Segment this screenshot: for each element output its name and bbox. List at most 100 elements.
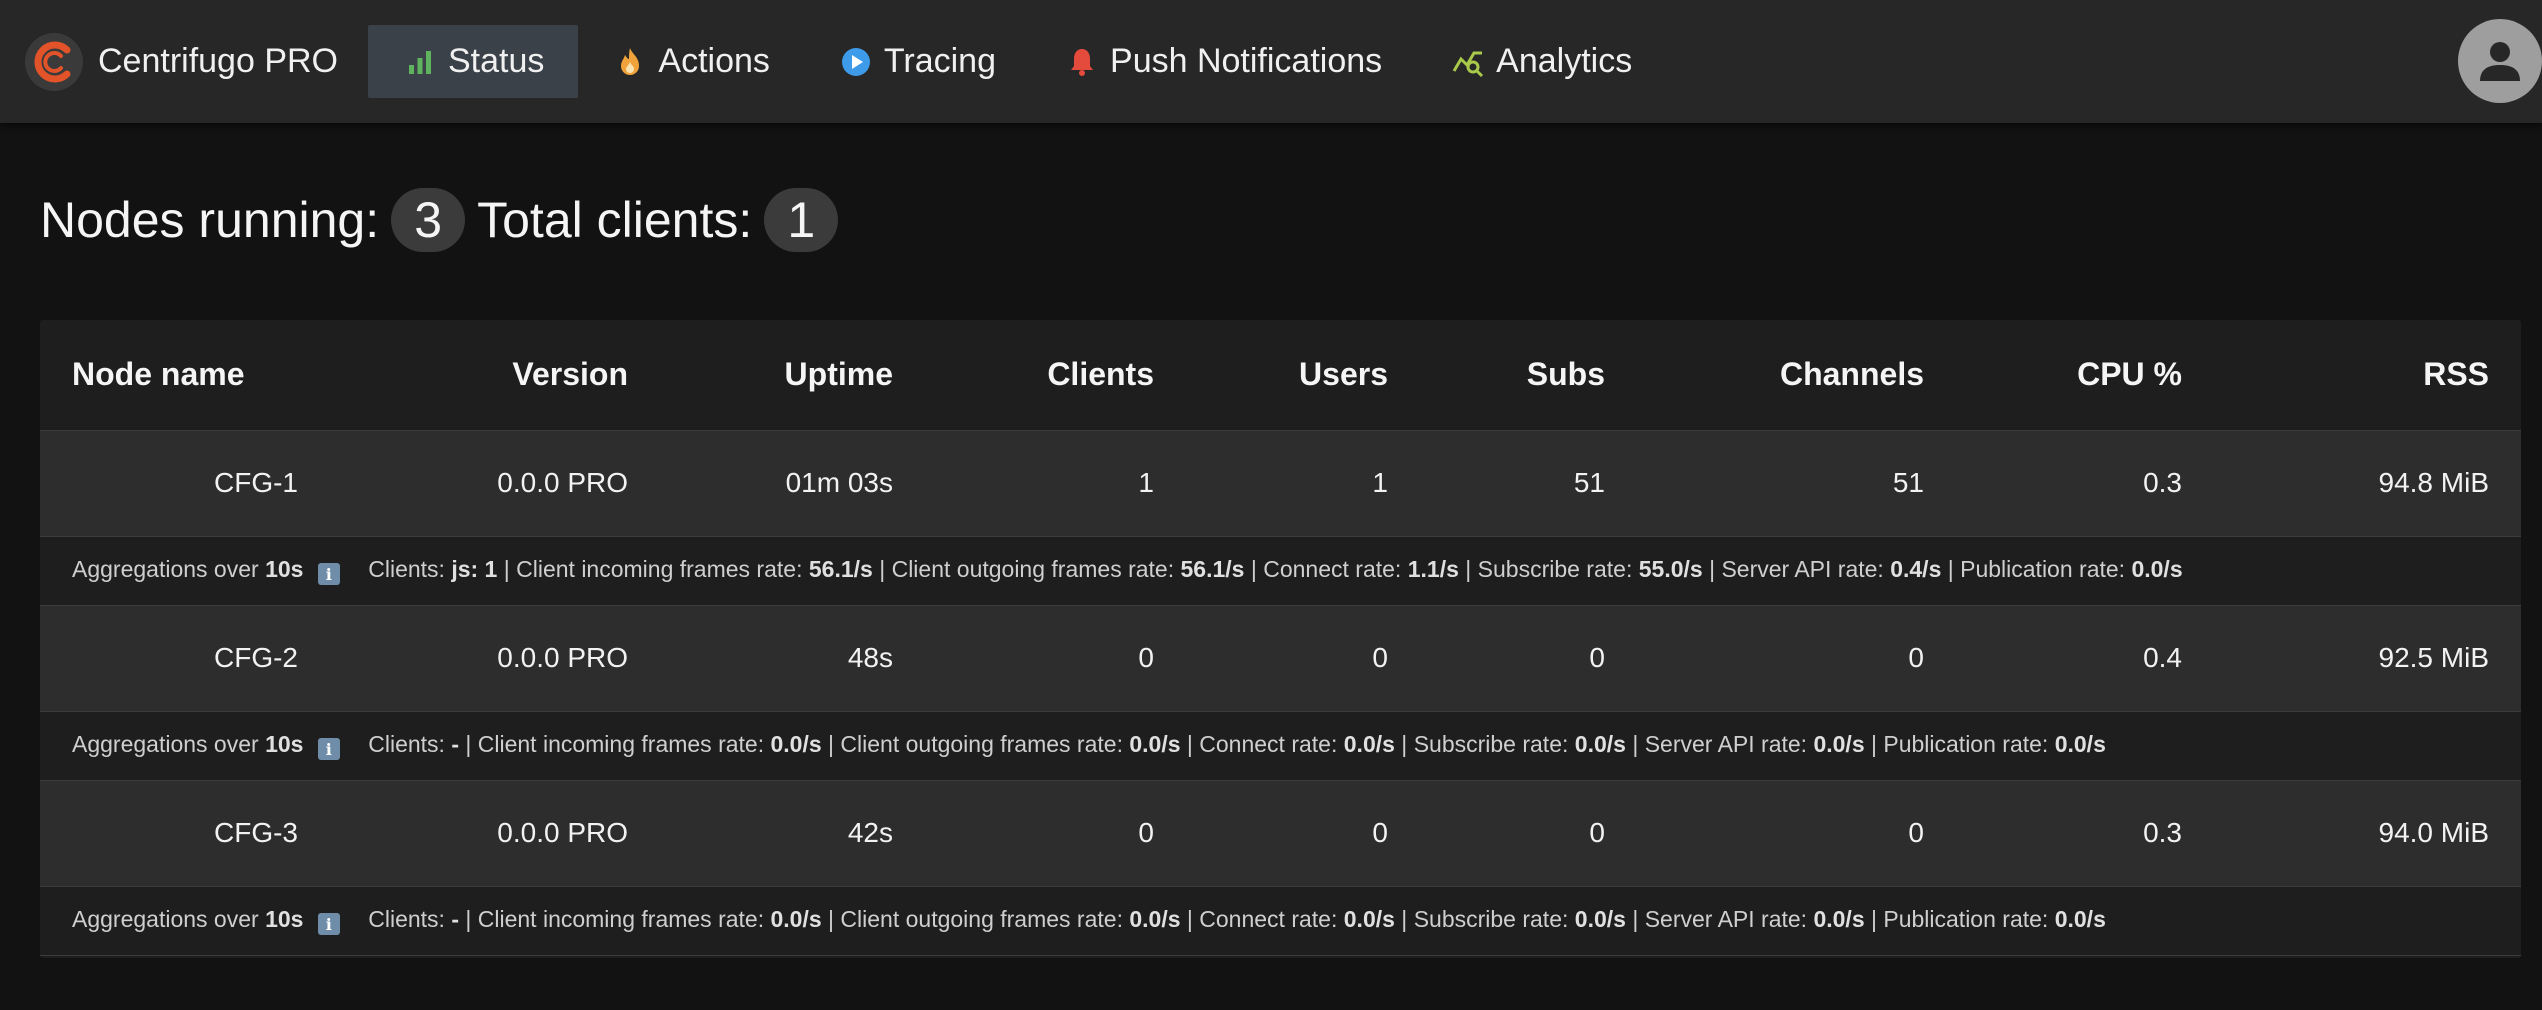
- nav-status[interactable]: Status: [368, 25, 579, 98]
- agg-connect-label: Connect rate:: [1199, 905, 1338, 932]
- col-subs[interactable]: Subs: [1420, 320, 1637, 431]
- clients-cell: 1: [925, 430, 1186, 537]
- users-cell: 0: [1186, 605, 1420, 712]
- agg-connect-value: 1.1/s: [1407, 555, 1459, 582]
- uptime-cell: 42s: [660, 780, 925, 887]
- cpu-cell: 0.3: [1956, 430, 2214, 537]
- col-users[interactable]: Users: [1186, 320, 1420, 431]
- agg-outgoing-value: 0.0/s: [1129, 730, 1181, 757]
- users-cell: 0: [1186, 780, 1420, 887]
- app-title: Centrifugo PRO: [98, 42, 338, 80]
- agg-api-label: Server API rate:: [1721, 555, 1884, 582]
- main-nav: Status Actions Tracing Push Notification…: [368, 0, 1666, 123]
- nav-analytics[interactable]: Analytics: [1416, 25, 1666, 98]
- agg-subscribe-label: Subscribe rate:: [1477, 555, 1633, 582]
- total-clients-label: Total clients:: [477, 192, 753, 248]
- agg-incoming-value: 0.0/s: [770, 905, 822, 932]
- agg-publication-label: Publication rate:: [1960, 555, 2126, 582]
- info-icon[interactable]: i: [317, 563, 340, 586]
- subs-cell: 0: [1420, 780, 1637, 887]
- subs-cell: 51: [1420, 430, 1637, 537]
- nav-push-label: Push Notifications: [1110, 42, 1383, 80]
- nav-status-label: Status: [448, 42, 545, 80]
- agg-connect-label: Connect rate:: [1199, 730, 1338, 757]
- agg-subscribe-label: Subscribe rate:: [1413, 730, 1569, 757]
- analytics-trend-icon: [1452, 46, 1484, 78]
- bell-icon: [1066, 46, 1098, 78]
- agg-incoming-label: Client incoming frames rate:: [477, 730, 765, 757]
- agg-api-label: Server API rate:: [1644, 730, 1808, 757]
- aggregations-row: Aggregations over 10s i Clients: - | Cli…: [40, 886, 2521, 956]
- uptime-cell: 01m 03s: [660, 430, 925, 537]
- uptime-cell: 48s: [660, 605, 925, 712]
- col-version[interactable]: Version: [330, 320, 660, 431]
- channels-cell: 51: [1637, 430, 1956, 537]
- brand[interactable]: Centrifugo PRO: [0, 0, 368, 123]
- nodes-running-label: Nodes running:: [40, 192, 380, 248]
- node-name-cell: CFG-2: [40, 605, 330, 712]
- agg-incoming-value: 56.1/s: [808, 555, 873, 582]
- rss-cell: 92.5 MiB: [2214, 605, 2521, 712]
- agg-subscribe-value: 0.0/s: [1574, 905, 1626, 932]
- rss-cell: 94.0 MiB: [2214, 780, 2521, 887]
- nodes-table-card: Node name Version Uptime Clients Users S…: [40, 320, 2521, 958]
- agg-incoming-label: Client incoming frames rate:: [516, 555, 803, 582]
- aggregations-cell: Aggregations over 10s i Clients: js: 1 |…: [40, 536, 2521, 606]
- aggregations-row: Aggregations over 10s i Clients: js: 1 |…: [40, 536, 2521, 606]
- col-clients[interactable]: Clients: [925, 320, 1186, 431]
- version-cell: 0.0.0 PRO: [330, 430, 660, 537]
- agg-clients-label: Clients:: [368, 905, 445, 932]
- user-avatar[interactable]: [2458, 19, 2542, 103]
- aggregations-cell: Aggregations over 10s i Clients: - | Cli…: [40, 886, 2521, 956]
- nav-analytics-label: Analytics: [1496, 42, 1633, 80]
- col-cpu[interactable]: CPU %: [1956, 320, 2214, 431]
- play-circle-icon: [840, 46, 872, 78]
- nav-actions[interactable]: Actions: [578, 25, 804, 98]
- centrifugo-logo-icon: [25, 32, 83, 91]
- fire-icon: [614, 46, 646, 78]
- bar-chart-icon: [404, 46, 436, 78]
- agg-api-value: 0.0/s: [1813, 730, 1865, 757]
- agg-connect-value: 0.0/s: [1343, 905, 1395, 932]
- clients-cell: 0: [925, 780, 1186, 887]
- agg-publication-value: 0.0/s: [2054, 730, 2106, 757]
- agg-outgoing-value: 56.1/s: [1180, 555, 1245, 582]
- aggregations-cell: Aggregations over 10s i Clients: - | Cli…: [40, 711, 2521, 781]
- agg-prefix: Aggregations over: [72, 555, 259, 582]
- nav-tracing-label: Tracing: [883, 42, 997, 80]
- user-icon: [2480, 42, 2520, 81]
- agg-subscribe-value: 55.0/s: [1638, 555, 1703, 582]
- agg-clients-value: -: [451, 730, 459, 757]
- nav-actions-label: Actions: [658, 42, 770, 80]
- total-clients-badge: 1: [764, 188, 839, 252]
- col-rss[interactable]: RSS: [2214, 320, 2521, 431]
- agg-publication-value: 0.0/s: [2131, 555, 2183, 582]
- table-row[interactable]: CFG-3 0.0.0 PRO 42s 0 0 0 0 0.3 94.0 MiB: [40, 780, 2521, 887]
- agg-publication-value: 0.0/s: [2054, 905, 2106, 932]
- agg-outgoing-value: 0.0/s: [1129, 905, 1181, 932]
- clients-cell: 0: [925, 605, 1186, 712]
- nav-tracing[interactable]: Tracing: [804, 25, 1030, 98]
- agg-subscribe-value: 0.0/s: [1574, 730, 1626, 757]
- col-node-name[interactable]: Node name: [40, 320, 330, 431]
- nav-push-notifications[interactable]: Push Notifications: [1030, 25, 1416, 98]
- agg-publication-label: Publication rate:: [1883, 905, 2049, 932]
- col-uptime[interactable]: Uptime: [660, 320, 925, 431]
- table-row[interactable]: CFG-1 0.0.0 PRO 01m 03s 1 1 51 51 0.3 94…: [40, 430, 2521, 537]
- agg-clients-label: Clients:: [368, 730, 445, 757]
- agg-outgoing-label: Client outgoing frames rate:: [840, 730, 1123, 757]
- table-row[interactable]: CFG-2 0.0.0 PRO 48s 0 0 0 0 0.4 92.5 MiB: [40, 605, 2521, 712]
- agg-publication-label: Publication rate:: [1883, 730, 2049, 757]
- top-bar: Centrifugo PRO Status Actions Tracing Pu…: [0, 0, 2542, 123]
- agg-connect-value: 0.0/s: [1343, 730, 1395, 757]
- nodes-running-badge: 3: [391, 188, 466, 252]
- agg-prefix: Aggregations over: [72, 905, 259, 932]
- agg-incoming-label: Client incoming frames rate:: [477, 905, 765, 932]
- cpu-cell: 0.4: [1956, 605, 2214, 712]
- info-icon[interactable]: i: [317, 913, 340, 936]
- rss-cell: 94.8 MiB: [2214, 430, 2521, 537]
- info-icon[interactable]: i: [317, 738, 340, 761]
- col-channels[interactable]: Channels: [1637, 320, 1956, 431]
- agg-window: 10s: [265, 905, 304, 932]
- users-cell: 1: [1186, 430, 1420, 537]
